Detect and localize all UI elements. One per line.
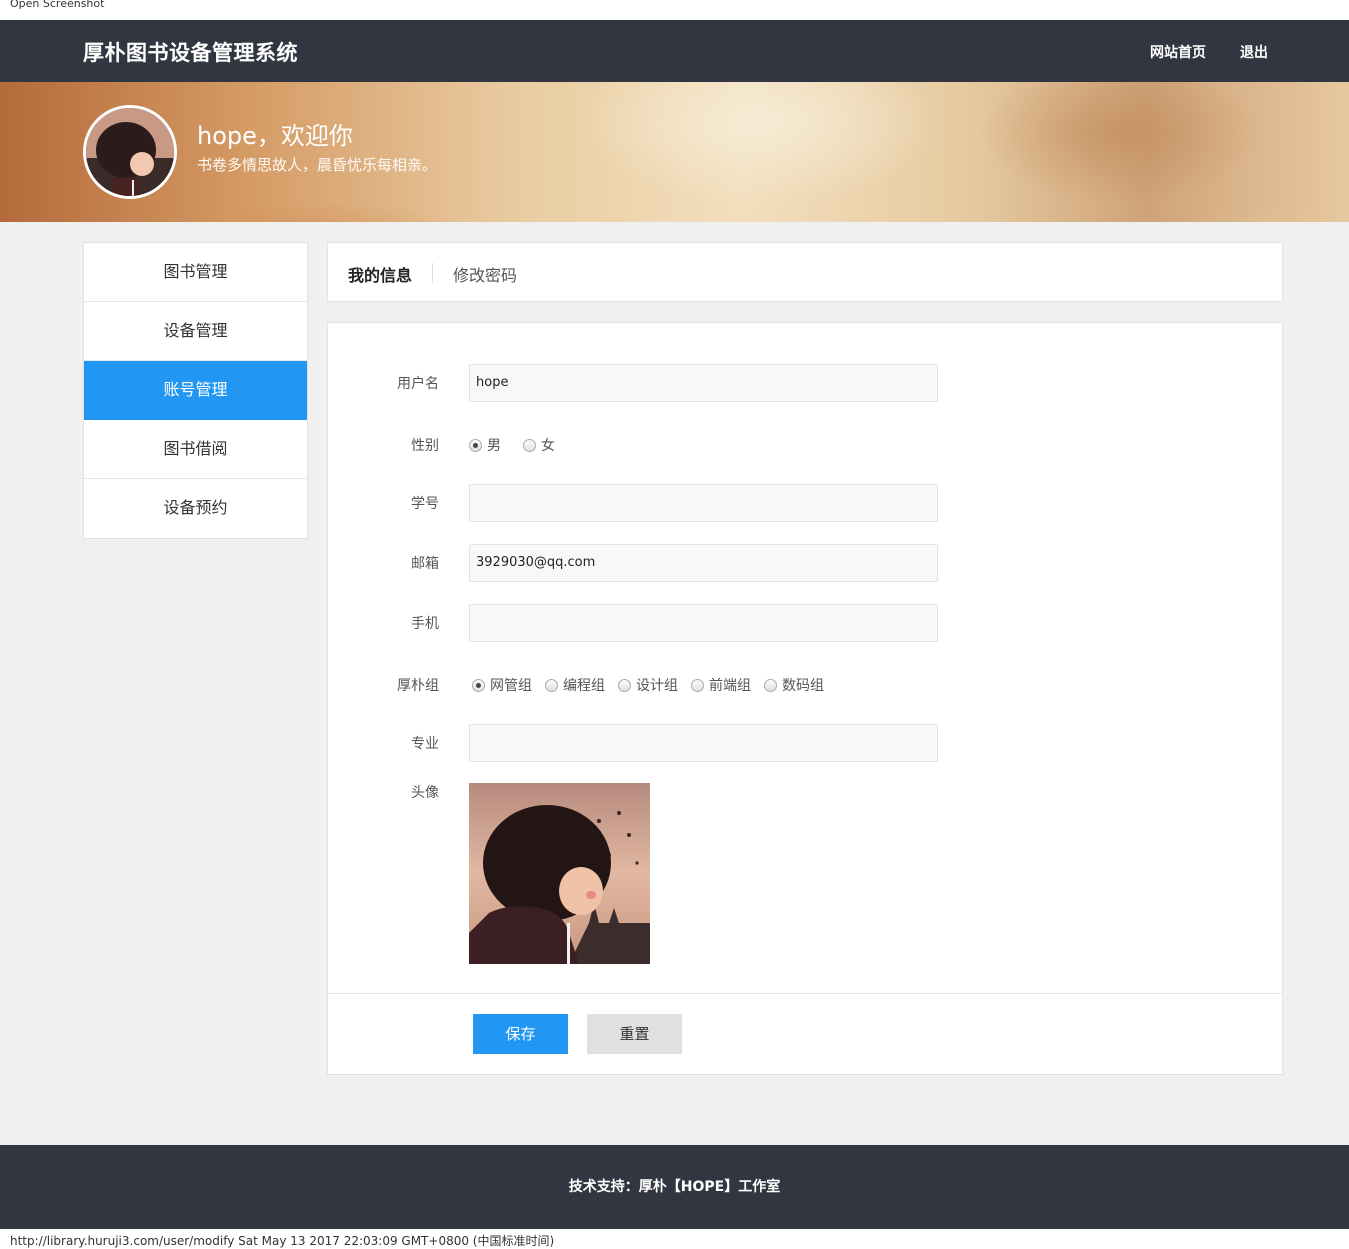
reset-button[interactable]: 重置 <box>587 1014 682 1054</box>
gender-male-label: 男 <box>487 438 501 454</box>
nav-home-link[interactable]: 网站首页 <box>1150 42 1206 62</box>
gender-female-radio[interactable]: 女 <box>523 435 555 455</box>
avatar-preview[interactable] <box>469 783 650 964</box>
radio-unchecked-icon <box>691 678 704 692</box>
group-digital-label: 数码组 <box>782 678 824 694</box>
save-button[interactable]: 保存 <box>473 1014 568 1054</box>
sidebar-item-book-borrowing[interactable]: 图书借阅 <box>84 420 307 479</box>
profile-banner: hope，欢迎你 书卷多情思故人，晨昏忧乐每相亲。 <box>0 82 1349 222</box>
phone-label: 手机 <box>411 616 439 632</box>
avatar-image-icon <box>86 108 174 196</box>
student-id-label: 学号 <box>411 496 439 512</box>
print-footer: http://library.huruji3.com/user/modify S… <box>0 1229 1349 1249</box>
nav-logout-link[interactable]: 退出 <box>1240 42 1268 62</box>
gender-male-radio[interactable]: 男 <box>469 435 501 455</box>
radio-unchecked-icon <box>523 438 536 452</box>
avatar <box>83 105 177 199</box>
profile-form: 用户名 hope 性别 男 女 学号 邮箱 3929030@qq.com 手机 … <box>327 322 1283 1075</box>
sidebar-menu: 图书管理 设备管理 账号管理 图书借阅 设备预约 <box>83 242 308 539</box>
avatar-image-icon <box>469 783 650 964</box>
group-digital-radio[interactable]: 数码组 <box>764 675 824 695</box>
radio-checked-icon <box>472 678 485 692</box>
sidebar-item-account-management[interactable]: 账号管理 <box>84 361 307 420</box>
group-network-radio[interactable]: 网管组 <box>472 675 532 695</box>
motto-text: 书卷多情思故人，晨昏忧乐每相亲。 <box>197 156 438 174</box>
major-label: 专业 <box>411 736 439 752</box>
tab-my-info[interactable]: 我的信息 <box>348 262 412 286</box>
sidebar-item-device-management[interactable]: 设备管理 <box>84 302 307 361</box>
top-navbar: 厚朴图书设备管理系统 网站首页 退出 <box>0 20 1349 82</box>
group-radio-group: 网管组 编程组 设计组 前端组 数码组 <box>472 675 838 695</box>
group-design-label: 设计组 <box>636 678 678 694</box>
group-programming-label: 编程组 <box>563 678 605 694</box>
form-divider <box>328 993 1282 994</box>
tab-change-password[interactable]: 修改密码 <box>453 262 517 286</box>
top-nav: 网站首页 退出 <box>1150 42 1268 62</box>
group-programming-radio[interactable]: 编程组 <box>545 675 605 695</box>
group-design-radio[interactable]: 设计组 <box>618 675 678 695</box>
group-frontend-label: 前端组 <box>709 678 751 694</box>
welcome-text: hope，欢迎你 <box>197 122 353 150</box>
radio-unchecked-icon <box>764 678 777 692</box>
email-field[interactable]: 3929030@qq.com <box>469 544 938 582</box>
radio-unchecked-icon <box>618 678 631 692</box>
radio-checked-icon <box>469 438 482 452</box>
username-field[interactable]: hope <box>469 364 938 402</box>
group-network-label: 网管组 <box>490 678 532 694</box>
email-label: 邮箱 <box>411 556 439 572</box>
radio-unchecked-icon <box>545 678 558 692</box>
group-label: 厚朴组 <box>397 678 439 694</box>
group-frontend-radio[interactable]: 前端组 <box>691 675 751 695</box>
avatar-label: 头像 <box>411 785 439 801</box>
username-label: 用户名 <box>397 376 439 392</box>
student-id-field[interactable] <box>469 484 938 522</box>
phone-field[interactable] <box>469 604 938 642</box>
gender-radio-group: 男 女 <box>469 435 569 455</box>
sidebar-item-device-reservation[interactable]: 设备预约 <box>84 479 307 538</box>
tabs-bar: 我的信息 修改密码 <box>327 242 1283 302</box>
print-header: Open Screenshot <box>0 0 1349 20</box>
sidebar-item-book-management[interactable]: 图书管理 <box>84 243 307 302</box>
gender-label: 性别 <box>411 438 439 454</box>
gender-female-label: 女 <box>541 438 555 454</box>
tab-divider <box>432 263 433 283</box>
major-field[interactable] <box>469 724 938 762</box>
site-brand[interactable]: 厚朴图书设备管理系统 <box>83 37 298 67</box>
page-footer: 技术支持：厚朴【HOPE】工作室 <box>0 1145 1349 1229</box>
